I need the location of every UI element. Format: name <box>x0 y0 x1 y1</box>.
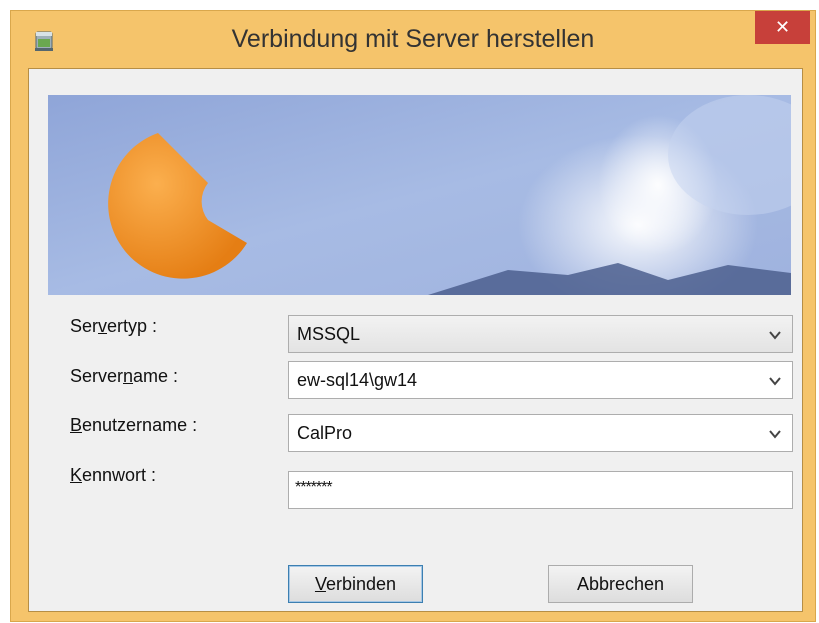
dialog-window: Verbindung mit Server herstellen ✕ Serve… <box>10 10 816 622</box>
dialog-client-area: Servertyp : MSSQL Servername : ew-sql14\… <box>28 68 803 612</box>
abbrechen-button[interactable]: Abbrechen <box>548 565 693 603</box>
chevron-down-icon[interactable] <box>768 374 782 388</box>
kennwort-label: Kennwort : <box>70 465 157 485</box>
kennwort-value[interactable]: ******* <box>295 479 333 497</box>
servertyp-value: MSSQL <box>297 324 361 344</box>
benutzername-combobox[interactable]: CalPro <box>288 414 793 452</box>
servertyp-select[interactable]: MSSQL <box>288 315 793 353</box>
kennwort-field[interactable]: ******* <box>288 471 793 509</box>
servername-label: Servername : <box>70 366 179 386</box>
servertyp-label: Servertyp : <box>70 316 158 336</box>
close-button[interactable]: ✕ <box>755 11 810 44</box>
title-bar[interactable]: Verbindung mit Server herstellen ✕ <box>11 11 815 67</box>
verbinden-button[interactable]: Verbinden <box>288 565 423 603</box>
servername-value[interactable]: ew-sql14\gw14 <box>297 370 417 391</box>
servername-combobox[interactable]: ew-sql14\gw14 <box>288 361 793 399</box>
chevron-down-icon[interactable] <box>768 328 782 342</box>
chevron-down-icon[interactable] <box>768 427 782 441</box>
benutzername-label: Benutzername : <box>70 415 198 435</box>
benutzername-value[interactable]: CalPro <box>297 423 352 444</box>
window-title: Verbindung mit Server herstellen <box>231 25 595 53</box>
banner-image <box>48 95 791 295</box>
